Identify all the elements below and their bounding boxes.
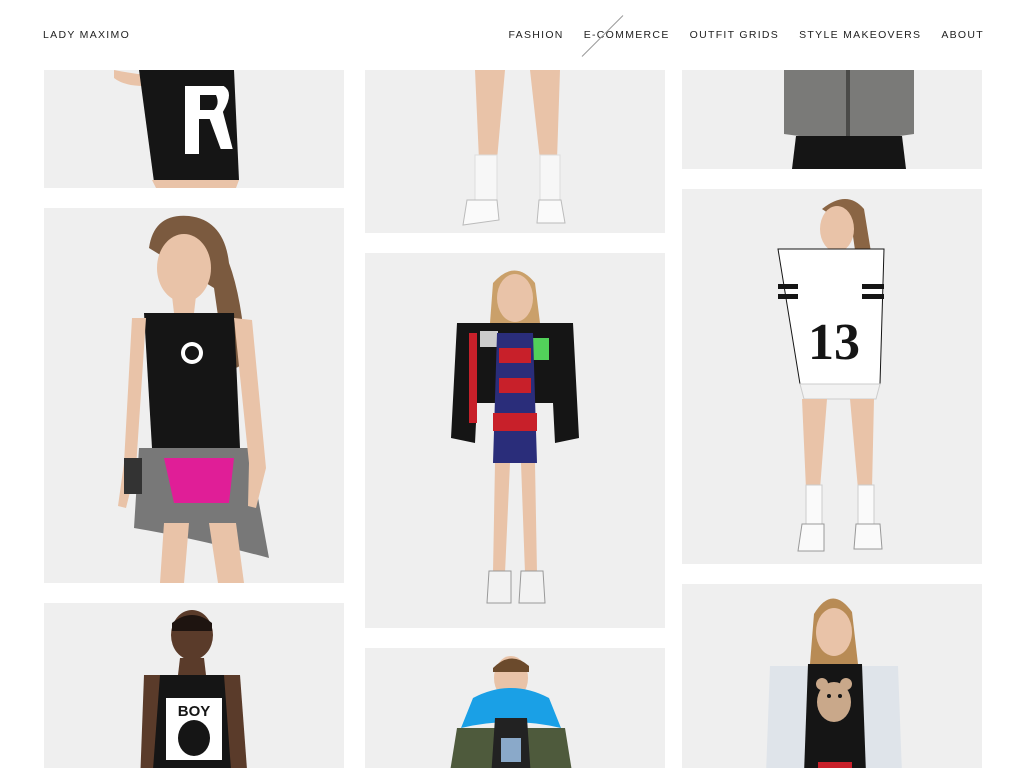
nav-e-commerce-label: E-COMMERCE — [583, 29, 670, 41]
model-photo — [118, 215, 269, 583]
site-logo[interactable]: LADY MAXIMO — [43, 29, 130, 41]
model-photo — [451, 270, 579, 604]
gallery-grid: BOY 13 — [0, 0, 1024, 768]
tile-black-r-skirt[interactable] — [44, 60, 344, 188]
model-photo: 13 — [777, 199, 885, 552]
model-photo — [784, 70, 914, 169]
tile-fur-hood-parka[interactable] — [365, 648, 665, 768]
site-header: LADY MAXIMO FASHION E-COMMERCE OUTFIT GR… — [0, 0, 1024, 70]
tile-legs-white-socks[interactable] — [365, 60, 665, 233]
tank-print-text: BOY — [178, 703, 211, 720]
nav-about[interactable]: ABOUT — [941, 29, 984, 41]
model-photo — [766, 598, 902, 768]
model-photo — [450, 656, 572, 768]
model-photo — [114, 70, 239, 188]
tile-grey-zip-vest[interactable] — [682, 60, 982, 169]
main-nav: FASHION E-COMMERCE OUTFIT GRIDS STYLE MA… — [489, 15, 985, 57]
model-photo: BOY — [140, 610, 247, 768]
nav-e-commerce[interactable]: E-COMMERCE — [581, 15, 670, 57]
model-photo — [462, 70, 566, 226]
tile-bomber-jacket[interactable] — [365, 253, 665, 628]
tile-jersey-13[interactable]: 13 — [682, 189, 982, 564]
nav-style-makeovers[interactable]: STYLE MAKEOVERS — [799, 29, 921, 41]
jersey-print-text: 13 — [808, 314, 860, 371]
tile-teddy-bear-jacket[interactable] — [682, 584, 982, 768]
tile-mesh-tank-dress[interactable] — [44, 208, 344, 583]
nav-fashion[interactable]: FASHION — [509, 29, 564, 41]
tile-boy-tank[interactable]: BOY — [44, 603, 344, 768]
nav-outfit-grids[interactable]: OUTFIT GRIDS — [690, 29, 780, 41]
